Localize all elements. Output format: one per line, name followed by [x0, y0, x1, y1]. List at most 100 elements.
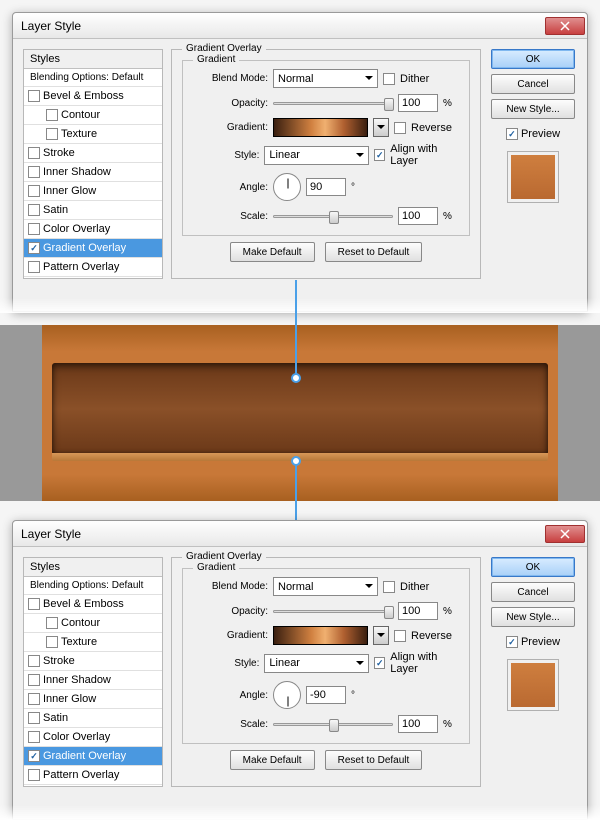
blend-mode-dropdown[interactable]: Normal [273, 577, 378, 596]
style-checkbox[interactable] [28, 598, 40, 610]
style-checkbox[interactable] [28, 693, 40, 705]
style-checkbox[interactable] [46, 636, 58, 648]
align-label: Align with Layer [390, 651, 459, 675]
style-checkbox[interactable] [46, 109, 58, 121]
style-checkbox[interactable] [28, 204, 40, 216]
scale-input[interactable]: 100 [398, 715, 438, 733]
opacity-input[interactable]: 100 [398, 602, 438, 620]
style-item[interactable]: Inner Glow [24, 182, 162, 201]
preview-checkbox[interactable] [506, 636, 518, 648]
gradient-label: Gradient: [193, 630, 268, 641]
scale-input[interactable]: 100 [398, 207, 438, 225]
style-label: Contour [61, 617, 100, 629]
style-item[interactable]: Inner Shadow [24, 163, 162, 182]
style-label: Inner Glow [43, 185, 96, 197]
styles-header[interactable]: Styles [24, 558, 162, 577]
align-checkbox[interactable] [374, 657, 385, 669]
angle-dial[interactable] [273, 681, 301, 709]
style-item[interactable]: Gradient Overlay [24, 239, 162, 258]
blending-options-row[interactable]: Blending Options: Default [24, 69, 162, 87]
opacity-slider[interactable] [273, 610, 393, 613]
style-checkbox[interactable] [28, 185, 40, 197]
style-checkbox[interactable] [28, 674, 40, 686]
style-label: Gradient Overlay [43, 242, 126, 254]
angle-input[interactable]: 90 [306, 178, 346, 196]
style-checkbox[interactable] [28, 261, 40, 273]
opacity-label: Opacity: [193, 606, 268, 617]
style-checkbox[interactable] [28, 731, 40, 743]
style-item[interactable]: Satin [24, 709, 162, 728]
styles-list: Styles Blending Options: Default Bevel &… [23, 49, 163, 279]
style-checkbox[interactable] [28, 147, 40, 159]
style-checkbox[interactable] [46, 128, 58, 140]
opacity-slider[interactable] [273, 102, 393, 105]
angle-input[interactable]: -90 [306, 686, 346, 704]
style-item[interactable]: Inner Glow [24, 690, 162, 709]
style-checkbox[interactable] [28, 166, 40, 178]
dither-checkbox[interactable] [383, 581, 395, 593]
gradient-overlay-panel: Gradient Overlay Gradient Blend Mode: No… [171, 557, 481, 787]
reset-default-button[interactable]: Reset to Default [325, 242, 423, 262]
preview-checkbox[interactable] [506, 128, 518, 140]
style-item[interactable]: Pattern Overlay [24, 258, 162, 277]
cancel-button[interactable]: Cancel [491, 582, 575, 602]
gradient-picker-dropdown[interactable] [373, 118, 389, 137]
preview-swatch [507, 659, 559, 711]
close-button[interactable] [545, 525, 585, 543]
style-checkbox[interactable] [28, 223, 40, 235]
blend-mode-label: Blend Mode: [193, 73, 268, 84]
scale-slider[interactable] [273, 723, 393, 726]
style-item[interactable]: Bevel & Emboss [24, 87, 162, 106]
style-label: Texture [61, 636, 97, 648]
style-item[interactable]: Satin [24, 201, 162, 220]
gradient-picker-dropdown[interactable] [373, 626, 389, 645]
angle-label: Angle: [193, 690, 268, 701]
styles-header[interactable]: Styles [24, 50, 162, 69]
style-checkbox[interactable] [28, 242, 40, 254]
style-item[interactable]: Color Overlay [24, 220, 162, 239]
style-item[interactable]: Stroke [24, 652, 162, 671]
make-default-button[interactable]: Make Default [230, 750, 315, 770]
style-item[interactable]: Contour [24, 614, 162, 633]
connector-line-top [295, 280, 297, 380]
style-item[interactable]: Pattern Overlay [24, 766, 162, 785]
new-style-button[interactable]: New Style... [491, 607, 575, 627]
style-item[interactable]: Color Overlay [24, 728, 162, 747]
angle-dial[interactable] [273, 173, 301, 201]
ok-button[interactable]: OK [491, 49, 575, 69]
dither-checkbox[interactable] [383, 73, 395, 85]
reverse-checkbox[interactable] [394, 122, 406, 134]
style-dropdown[interactable]: Linear [264, 654, 369, 673]
style-checkbox[interactable] [28, 769, 40, 781]
style-checkbox[interactable] [28, 712, 40, 724]
scale-label: Scale: [193, 719, 268, 730]
scale-slider[interactable] [273, 215, 393, 218]
style-checkbox[interactable] [28, 655, 40, 667]
blend-mode-dropdown[interactable]: Normal [273, 69, 378, 88]
ok-button[interactable]: OK [491, 557, 575, 577]
gradient-preview[interactable] [273, 626, 368, 645]
make-default-button[interactable]: Make Default [230, 242, 315, 262]
style-checkbox[interactable] [28, 90, 40, 102]
style-item[interactable]: Texture [24, 633, 162, 652]
style-item[interactable]: Texture [24, 125, 162, 144]
style-checkbox[interactable] [28, 750, 40, 762]
gradient-preview[interactable] [273, 118, 368, 137]
reset-default-button[interactable]: Reset to Default [325, 750, 423, 770]
style-item[interactable]: Gradient Overlay [24, 747, 162, 766]
style-item[interactable]: Inner Shadow [24, 671, 162, 690]
close-button[interactable] [545, 17, 585, 35]
style-checkbox[interactable] [46, 617, 58, 629]
new-style-button[interactable]: New Style... [491, 99, 575, 119]
blending-options-row[interactable]: Blending Options: Default [24, 577, 162, 595]
reverse-label: Reverse [411, 122, 452, 134]
style-dropdown[interactable]: Linear [264, 146, 369, 165]
reverse-checkbox[interactable] [394, 630, 406, 642]
style-item[interactable]: Contour [24, 106, 162, 125]
style-item[interactable]: Stroke [24, 144, 162, 163]
cancel-button[interactable]: Cancel [491, 74, 575, 94]
style-label: Stroke [43, 147, 75, 159]
style-item[interactable]: Bevel & Emboss [24, 595, 162, 614]
align-checkbox[interactable] [374, 149, 385, 161]
opacity-input[interactable]: 100 [398, 94, 438, 112]
